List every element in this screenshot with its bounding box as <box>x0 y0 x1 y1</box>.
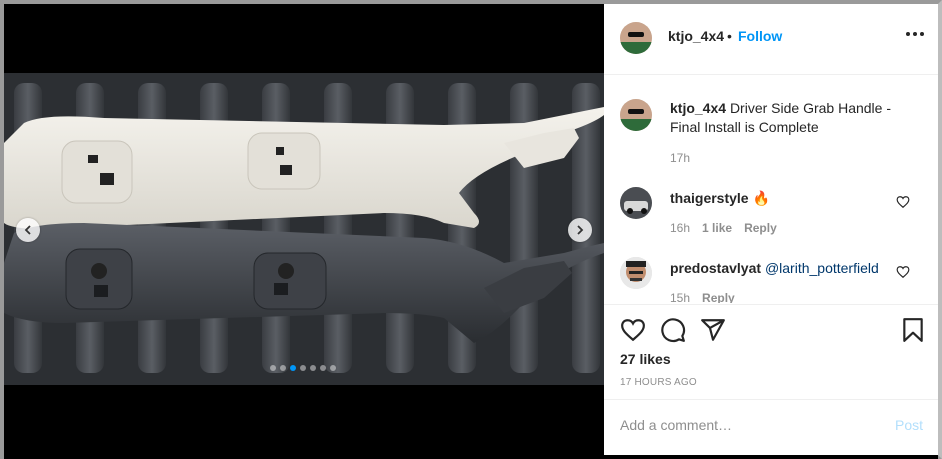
reply-button[interactable]: Reply <box>702 291 735 303</box>
add-comment-bar: Add a comment… Post <box>604 399 938 456</box>
author-avatar[interactable] <box>620 22 652 54</box>
post-comment-button[interactable]: Post <box>895 417 923 433</box>
comment-text: 🔥 <box>752 190 770 206</box>
like-heart-icon[interactable] <box>620 317 646 343</box>
caption-avatar[interactable] <box>620 99 652 131</box>
caption: ktjo_4x4 Driver Side Grab Handle - Final… <box>670 99 910 137</box>
follow-button[interactable]: Follow <box>738 28 782 44</box>
commenter-avatar[interactable] <box>620 187 652 219</box>
comment-time[interactable]: 16h <box>670 221 690 235</box>
carousel-dot-active <box>290 365 296 371</box>
prev-photo-button[interactable] <box>16 218 40 242</box>
comments-list[interactable]: ktjo_4x4 Driver Side Grab Handle - Final… <box>604 75 938 303</box>
author-username[interactable]: ktjo_4x4 <box>668 28 724 44</box>
post-actions: 27 likes 17 HOURS AGO <box>604 304 938 400</box>
more-options-icon[interactable] <box>906 32 924 36</box>
comment-likes[interactable]: 1 like <box>702 221 732 235</box>
post-media <box>4 4 604 455</box>
bottom-edge <box>4 455 938 459</box>
reply-button[interactable]: Reply <box>744 221 777 235</box>
comment-like-heart-icon[interactable] <box>896 195 910 209</box>
caption-time[interactable]: 17h <box>670 151 690 165</box>
carousel-indicator <box>270 365 336 371</box>
comment-input[interactable]: Add a comment… <box>620 417 870 433</box>
carousel-dot <box>280 365 286 371</box>
comment: predostavlyat @larith_potterfield <box>670 259 879 278</box>
comment-meta: 16h 1 like Reply <box>670 221 777 235</box>
comment-time[interactable]: 15h <box>670 291 690 303</box>
comment-mention[interactable]: @larith_potterfield <box>765 260 879 276</box>
comment-username[interactable]: predostavlyat <box>670 260 761 276</box>
post-photo[interactable] <box>4 73 604 385</box>
likes-count[interactable]: 27 likes <box>620 351 671 367</box>
carousel-dot <box>270 365 276 371</box>
post-header: ktjo_4x4 • Follow <box>604 4 938 75</box>
caption-meta: 17h <box>670 151 690 165</box>
carousel-dot <box>320 365 326 371</box>
commenter-avatar[interactable] <box>620 257 652 289</box>
comment-meta: 15h Reply <box>670 291 735 303</box>
comment-username[interactable]: thaigerstyle <box>670 190 749 206</box>
caption-username[interactable]: ktjo_4x4 <box>670 100 726 116</box>
comment: thaigerstyle 🔥 <box>670 189 770 208</box>
comment-bubble-icon[interactable] <box>660 317 686 343</box>
post-timestamp[interactable]: 17 HOURS AGO <box>620 377 697 388</box>
chevron-left-icon <box>24 225 31 235</box>
next-photo-button[interactable] <box>568 218 592 242</box>
carousel-dot <box>330 365 336 371</box>
chevron-right-icon <box>577 225 584 235</box>
separator-dot: • <box>727 28 732 44</box>
comment-like-heart-icon[interactable] <box>896 265 910 279</box>
post-side-panel: ktjo_4x4 • Follow ktjo_4x4 Driver Side G… <box>604 4 938 455</box>
carousel-dot <box>310 365 316 371</box>
save-bookmark-icon[interactable] <box>900 317 926 343</box>
carousel-dot <box>300 365 306 371</box>
share-paper-plane-icon[interactable] <box>700 317 726 343</box>
